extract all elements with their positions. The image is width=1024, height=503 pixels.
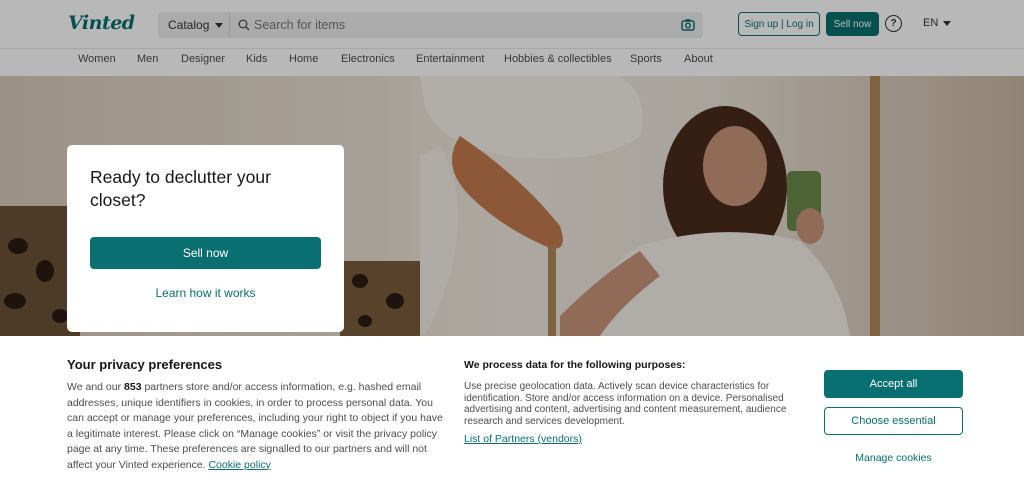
signup-login-button[interactable]: Sign up | Log in <box>738 12 820 36</box>
nav-item-women[interactable]: Women <box>78 53 116 65</box>
hero-sell-now-button[interactable]: Sell now <box>90 237 321 269</box>
nav-item-about[interactable]: About <box>684 53 713 65</box>
privacy-banner: Your privacy preferences We and our 853 … <box>0 336 1024 503</box>
choose-essential-button[interactable]: Choose essential <box>824 407 963 435</box>
cookie-policy-link[interactable]: Cookie policy <box>208 459 270 471</box>
site-header: Vinted Catalog Sign up | Log in Sell now… <box>0 0 1024 76</box>
nav-item-home[interactable]: Home <box>289 53 318 65</box>
category-nav: Women Men Designer Kids Home Electronics… <box>0 48 1024 74</box>
purposes-title: We process data for the following purpos… <box>464 359 686 371</box>
partner-count: 853 <box>124 381 142 393</box>
privacy-text-rest: partners store and/or access information… <box>67 381 443 471</box>
nav-item-men[interactable]: Men <box>137 53 158 65</box>
nav-item-designer[interactable]: Designer <box>181 53 225 65</box>
nav-item-kids[interactable]: Kids <box>246 53 267 65</box>
language-label: EN <box>923 17 939 29</box>
chevron-down-icon <box>943 20 952 26</box>
sell-now-button[interactable]: Sell now <box>826 12 879 36</box>
privacy-text: We and our 853 partners store and/or acc… <box>67 380 443 473</box>
nav-item-entertainment[interactable]: Entertainment <box>416 53 484 65</box>
vinted-logo[interactable]: Vinted <box>68 12 135 34</box>
language-selector[interactable]: EN <box>923 17 952 29</box>
manage-cookies-button[interactable]: Manage cookies <box>824 452 963 464</box>
catalog-dropdown[interactable]: Catalog <box>158 12 230 38</box>
chevron-down-icon <box>215 22 224 28</box>
search-icon <box>238 19 250 31</box>
purposes-text: Use precise geolocation data. Actively s… <box>464 381 787 427</box>
help-symbol: ? <box>890 18 897 29</box>
search-bar: Catalog <box>158 12 703 38</box>
nav-item-sports[interactable]: Sports <box>630 53 662 65</box>
partners-list-link[interactable]: List of Partners (vendors) <box>464 433 582 445</box>
hero-title: Ready to declutter your closet? <box>90 167 271 210</box>
privacy-text-start: We and our <box>67 381 125 393</box>
learn-how-it-works-link[interactable]: Learn how it works <box>90 286 321 300</box>
nav-item-hobbies[interactable]: Hobbies & collectibles <box>504 53 612 65</box>
hero-card: Ready to declutter your closet? Sell now… <box>67 145 344 332</box>
top-bar: Vinted Catalog Sign up | Log in Sell now… <box>0 6 1024 46</box>
catalog-label: Catalog <box>168 18 210 32</box>
privacy-title: Your privacy preferences <box>67 357 223 372</box>
camera-icon[interactable] <box>681 18 695 32</box>
accept-all-button[interactable]: Accept all <box>824 370 963 398</box>
search-input[interactable] <box>254 12 674 38</box>
nav-item-electronics[interactable]: Electronics <box>341 53 395 65</box>
help-icon[interactable]: ? <box>885 15 902 32</box>
